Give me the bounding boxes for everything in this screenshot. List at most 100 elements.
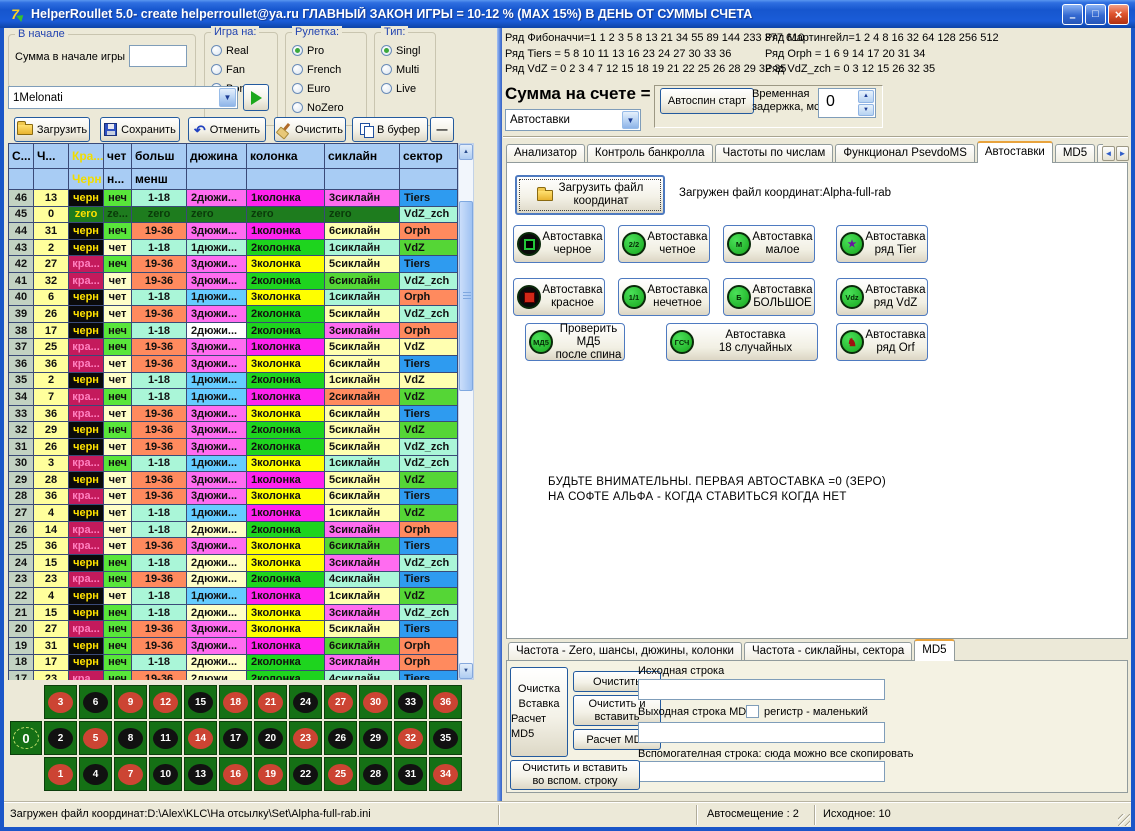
table-cell[interactable]: 34	[9, 389, 34, 406]
table-cell[interactable]: 3колонка	[247, 256, 325, 273]
table-cell[interactable]: 6сиклайн	[325, 489, 400, 506]
table-cell[interactable]: 1-18	[132, 373, 187, 390]
table-cell[interactable]: 24	[9, 555, 34, 572]
table-cell[interactable]: чет	[104, 588, 132, 605]
table-row[interactable]: 450zeroze...zerozerozerozeroVdZ_zch	[9, 207, 458, 224]
table-cell[interactable]: 2колонка	[247, 572, 325, 589]
table-cell[interactable]: 3дюжи...	[187, 406, 247, 423]
column-header[interactable]: менш	[132, 169, 187, 190]
number-chip[interactable]: 14	[188, 728, 213, 749]
table-cell[interactable]: черн	[69, 638, 104, 655]
table-cell[interactable]: Orph	[400, 323, 458, 340]
table-cell[interactable]: черн	[69, 655, 104, 672]
table-row[interactable]: 3229черннеч19-363дюжи...2колонка5сиклайн…	[9, 422, 458, 439]
autospin-start-button[interactable]: Автоспин старт	[660, 88, 754, 114]
roulette-number-4[interactable]: 4	[79, 757, 112, 791]
radio-icon[interactable]	[292, 64, 303, 75]
load-coords-button[interactable]: Загрузить файл координат	[515, 175, 665, 215]
tab-функционал-psevdoms[interactable]: Функционал PsevdoMS	[835, 144, 975, 163]
table-cell[interactable]: неч	[104, 190, 132, 207]
table-cell[interactable]: 19-36	[132, 572, 187, 589]
column-header[interactable]: сектор	[400, 144, 458, 169]
table-cell[interactable]: 2колонка	[247, 373, 325, 390]
table-cell[interactable]: 23	[34, 671, 69, 680]
table-cell[interactable]: 17	[9, 671, 34, 680]
radio-label[interactable]: Singl	[396, 45, 420, 57]
table-cell[interactable]: 2колонка	[247, 273, 325, 290]
table-cell[interactable]: 3колонка	[247, 290, 325, 307]
table-cell[interactable]: 21	[9, 605, 34, 622]
column-header[interactable]: Черн	[69, 169, 104, 190]
scroll-up-icon[interactable]: ▲	[459, 144, 473, 160]
table-row[interactable]: 352чернчет1-181дюжи...2колонка1сиклайнVd…	[9, 373, 458, 390]
table-cell[interactable]: VdZ_zch	[400, 207, 458, 224]
table-cell[interactable]: 1дюжи...	[187, 389, 247, 406]
table-cell[interactable]: 3дюжи...	[187, 273, 247, 290]
table-cell[interactable]: 2колонка	[247, 522, 325, 539]
table-cell[interactable]: 1-18	[132, 555, 187, 572]
play-button[interactable]	[243, 84, 269, 111]
md5-aux-clear-paste-button[interactable]: Очистить и вставить во вспом. строку	[510, 760, 640, 790]
radio-nozero[interactable]: NoZero	[286, 98, 366, 117]
table-cell[interactable]: 3дюжи...	[187, 489, 247, 506]
table-cell[interactable]: 5сиклайн	[325, 472, 400, 489]
table-row[interactable]: 303кра...неч1-181дюжи...3колонка1сиклайн…	[9, 456, 458, 473]
table-cell[interactable]: кра...	[69, 621, 104, 638]
table-row[interactable]: 1723кра...неч19-362дюжи...2колонка4сикла…	[9, 671, 458, 680]
table-cell[interactable]: 1сиклайн	[325, 456, 400, 473]
roulette-number-14[interactable]: 14	[184, 721, 217, 755]
table-cell[interactable]: черн	[69, 588, 104, 605]
table-cell[interactable]: чет	[104, 489, 132, 506]
md5-aux-field[interactable]	[638, 761, 885, 782]
column-header[interactable]	[187, 169, 247, 190]
roulette-number-2[interactable]: 2	[44, 721, 77, 755]
number-chip[interactable]: 17	[223, 728, 248, 749]
table-cell[interactable]: 46	[9, 190, 34, 207]
toolbar-brush-button[interactable]: Очистить	[274, 117, 346, 142]
brush-icon[interactable]	[277, 123, 291, 137]
table-cell[interactable]: неч	[104, 605, 132, 622]
radio-label[interactable]: French	[307, 64, 341, 76]
table-cell[interactable]: VdZ	[400, 339, 458, 356]
button-label[interactable]: Автоставкаряд Orf	[864, 329, 927, 355]
radio-live[interactable]: Live	[375, 79, 435, 98]
table-row[interactable]: 4132кра...чет19-363дюжи...2колонка6сикла…	[9, 273, 458, 290]
table-cell[interactable]: неч	[104, 621, 132, 638]
table-cell[interactable]: 3сиклайн	[325, 555, 400, 572]
table-cell[interactable]: 19-36	[132, 638, 187, 655]
table-cell[interactable]: черн	[69, 422, 104, 439]
number-chip[interactable]: 30	[363, 692, 388, 713]
table-cell[interactable]: черн	[69, 439, 104, 456]
toolbar-save-disk-button[interactable]: Сохранить	[100, 117, 180, 142]
radio-icon[interactable]	[381, 64, 392, 75]
table-cell[interactable]: Orph	[400, 522, 458, 539]
number-chip[interactable]: 3	[48, 692, 73, 713]
table-cell[interactable]: черн	[69, 373, 104, 390]
table-cell[interactable]: 5сиклайн	[325, 439, 400, 456]
radio-label[interactable]: Live	[396, 83, 416, 95]
roulette-number-26[interactable]: 26	[324, 721, 357, 755]
radio-label[interactable]: Multi	[396, 64, 419, 76]
scrollbar-thumb[interactable]	[459, 201, 473, 391]
chevron-down-icon[interactable]: ▼	[622, 111, 639, 129]
table-cell[interactable]: 2колонка	[247, 422, 325, 439]
table-cell[interactable]: 1сиклайн	[325, 505, 400, 522]
number-chip[interactable]: 31	[398, 764, 423, 785]
table-cell[interactable]: кра...	[69, 273, 104, 290]
table-cell[interactable]: кра...	[69, 456, 104, 473]
roulette-number-5[interactable]: 5	[79, 721, 112, 755]
radio-icon[interactable]	[211, 45, 222, 56]
table-cell[interactable]: 7	[34, 389, 69, 406]
table-cell[interactable]: 29	[9, 472, 34, 489]
roulette-number-17[interactable]: 17	[219, 721, 252, 755]
table-row[interactable]: 3336кра...чет19-363дюжи...3колонка6сикла…	[9, 406, 458, 423]
table-cell[interactable]: 1дюжи...	[187, 505, 247, 522]
table-cell[interactable]: 1дюжи...	[187, 588, 247, 605]
table-cell[interactable]: 2	[34, 240, 69, 257]
column-header[interactable]	[34, 169, 69, 190]
table-cell[interactable]: неч	[104, 339, 132, 356]
radio-singl[interactable]: Singl	[375, 41, 435, 60]
autobet-button[interactable]: 1/1Автоставканечетное	[618, 278, 710, 316]
table-cell[interactable]: 20	[9, 621, 34, 638]
button-label[interactable]: Автоставкакрасное	[541, 284, 604, 310]
